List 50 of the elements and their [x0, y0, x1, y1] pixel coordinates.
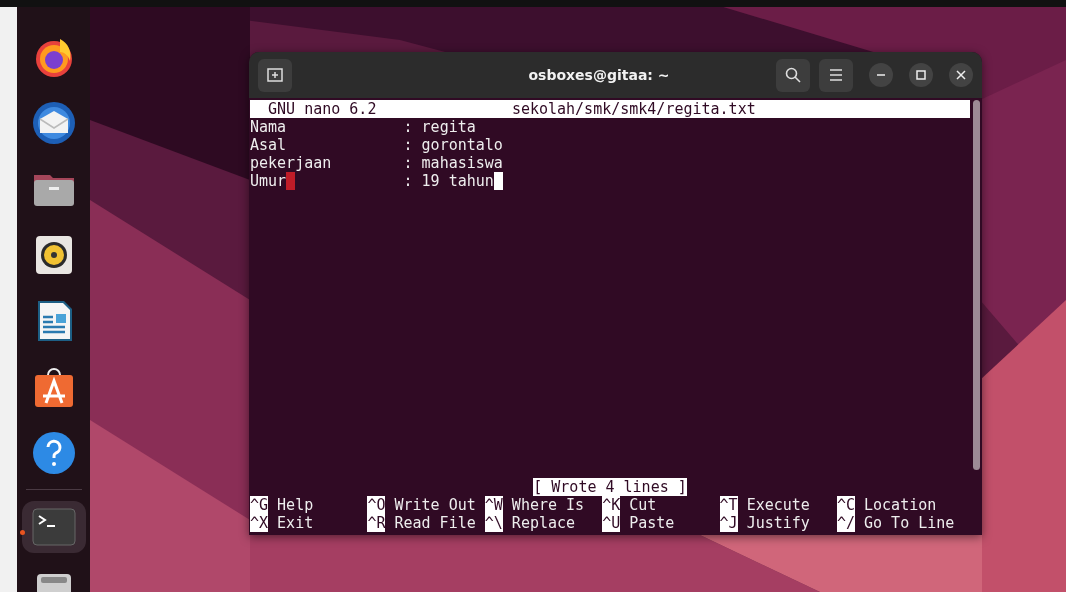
- status-message: [ Wrote 4 lines ]: [533, 478, 687, 496]
- minimize-button[interactable]: [869, 63, 893, 87]
- shortcut-key: ^J: [719, 514, 738, 532]
- shortcut-key: ^K: [602, 496, 621, 514]
- close-icon: [956, 70, 966, 80]
- shortcut-key: ^U: [602, 514, 621, 532]
- field-label: Nama: [250, 118, 287, 136]
- shortcut-label: Cut: [629, 496, 657, 514]
- shortcut-label: Replace: [511, 514, 576, 532]
- shortcut-key: ^W: [484, 496, 503, 514]
- shortcut-label: Exit: [277, 514, 314, 532]
- shortcut-label: Help: [277, 496, 314, 514]
- field-value: : regita: [403, 118, 476, 136]
- field-value: : 19 tahun: [403, 172, 494, 190]
- field-value: : gorontalo: [403, 136, 503, 154]
- shortcut-label: Paste: [629, 514, 675, 532]
- new-tab-icon: [266, 66, 284, 84]
- shortcut-key: ^O: [367, 496, 386, 514]
- shortcut-label: Location: [864, 496, 937, 514]
- search-button[interactable]: [776, 58, 810, 92]
- shortcut-key: ^X: [250, 514, 269, 532]
- scrollbar[interactable]: [973, 100, 980, 470]
- field-value: : mahasiswa: [403, 154, 503, 172]
- close-button[interactable]: [949, 63, 973, 87]
- shortcut-label: Go To Line: [864, 514, 955, 532]
- maximize-icon: [916, 70, 926, 80]
- dock-item[interactable]: [21, 500, 86, 554]
- shortcut-label: Justify: [746, 514, 810, 532]
- shortcut-key: ^\: [484, 514, 503, 532]
- window-title: osboxes@gitaa: ~: [527, 67, 671, 83]
- minimize-icon: [876, 74, 886, 76]
- shortcut-label: Write Out: [394, 496, 476, 514]
- field-label: Umur: [250, 172, 287, 190]
- field-label: Asal: [250, 136, 287, 154]
- menu-icon: [828, 68, 844, 82]
- maximize-button[interactable]: [909, 63, 933, 87]
- menu-button[interactable]: [819, 58, 853, 92]
- shortcut-label: Execute: [746, 496, 810, 514]
- editor-version: GNU nano 6.2: [268, 100, 378, 118]
- shortcut-label: Where Is: [511, 496, 585, 514]
- search-icon: [784, 66, 802, 84]
- file-name: sekolah/smk/smk4/regita.txt: [511, 100, 756, 118]
- shortcut-key: ^T: [719, 496, 738, 514]
- shortcut-key: ^C: [836, 496, 855, 514]
- shortcut-key: ^R: [367, 514, 386, 532]
- new-tab-button[interactable]: [258, 58, 292, 92]
- field-label: pekerjaan: [250, 154, 332, 172]
- shortcut-key: ^G: [250, 496, 269, 514]
- shortcut-label: Read File: [394, 514, 476, 532]
- shortcut-key: ^/: [836, 514, 855, 532]
